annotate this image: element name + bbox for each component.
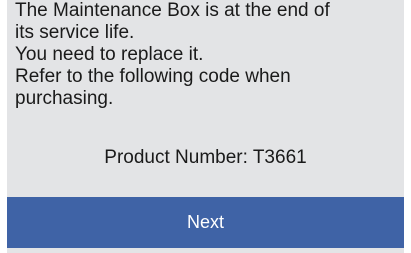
dialog-message: The Maintenance Box is at the end of its… <box>15 0 330 109</box>
next-button[interactable]: Next <box>7 197 404 248</box>
product-number: Product Number: T3661 <box>104 147 307 168</box>
dialog-panel: The Maintenance Box is at the end of its… <box>7 0 404 253</box>
